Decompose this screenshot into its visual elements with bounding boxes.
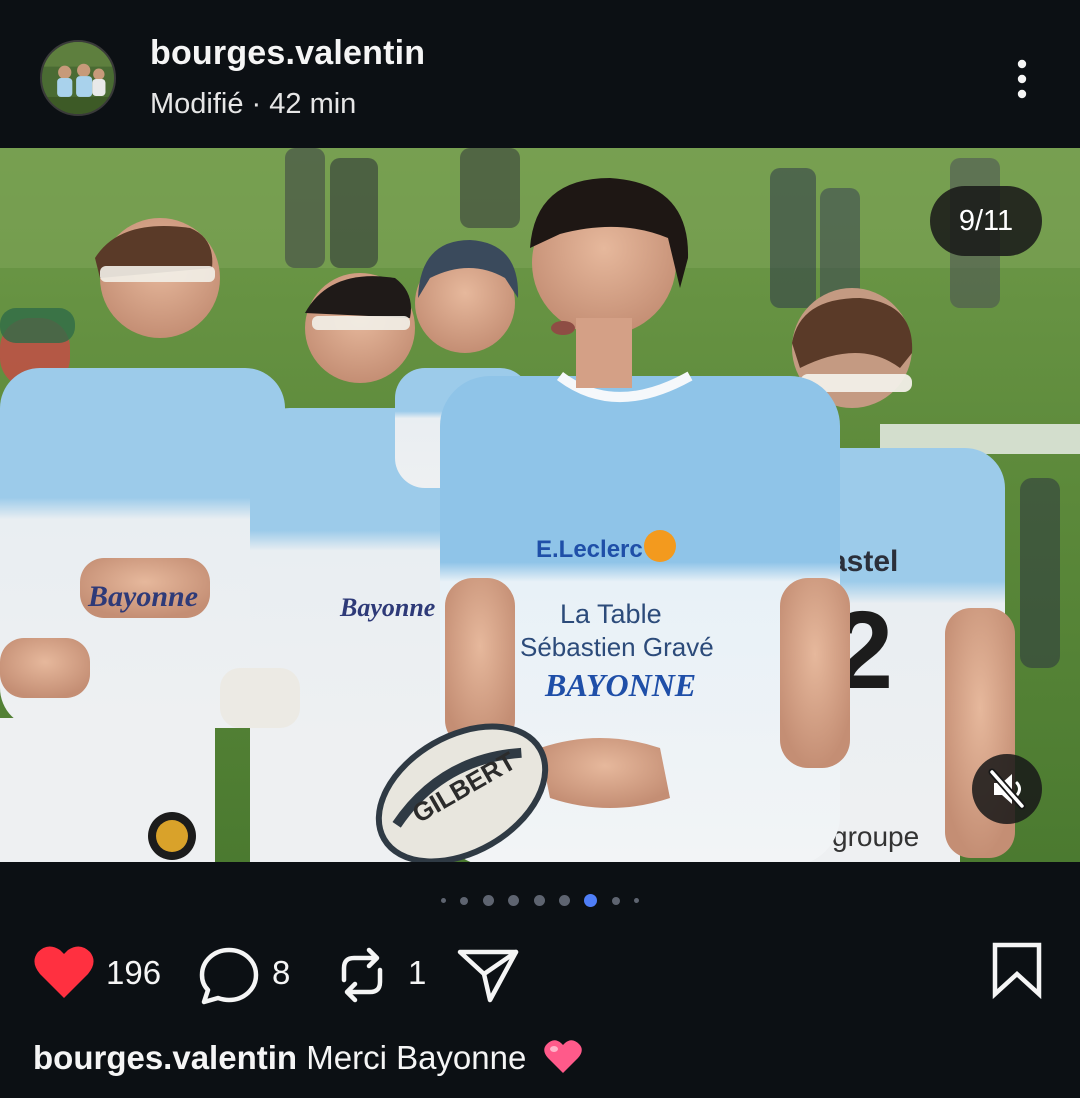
caption-username[interactable]: bourges.valentin bbox=[33, 1039, 297, 1076]
carousel-dot bbox=[460, 896, 469, 905]
jersey-line2: Sébastien Gravé bbox=[520, 632, 714, 662]
post-username[interactable]: bourges.valentin bbox=[150, 34, 425, 73]
send-paper-plane-icon bbox=[457, 949, 519, 1003]
slide-counter: 9/11 bbox=[930, 186, 1042, 256]
heart-filled-icon bbox=[34, 946, 94, 998]
comment-count[interactable]: 8 bbox=[272, 954, 290, 992]
right-jersey-text: astel bbox=[830, 545, 898, 578]
sponsor-text: E.Leclerc bbox=[536, 536, 643, 563]
carousel-dot bbox=[634, 898, 640, 904]
mid-jersey-text: Bayonne bbox=[339, 593, 435, 622]
carousel-dot bbox=[440, 898, 446, 904]
mute-button[interactable] bbox=[972, 754, 1042, 824]
carousel-dot bbox=[482, 895, 494, 907]
repost-count[interactable]: 1 bbox=[408, 954, 426, 992]
post-caption: bourges.valentin Merci Bayonne bbox=[33, 1036, 584, 1078]
comment-bubble-icon bbox=[199, 947, 259, 1005]
comment-button[interactable] bbox=[198, 940, 260, 1010]
avatar[interactable] bbox=[40, 40, 116, 116]
more-options-icon[interactable] bbox=[1002, 56, 1042, 102]
carousel-dot bbox=[611, 896, 620, 905]
post-timestamp: Modifié · 42 min bbox=[150, 88, 357, 120]
carousel-dot bbox=[508, 895, 520, 907]
shorts-text: groupe bbox=[832, 821, 919, 852]
left-jersey-text: Bayonne bbox=[87, 580, 198, 613]
speaker-muted-icon bbox=[988, 768, 1026, 810]
avatar-image bbox=[42, 42, 114, 114]
post-photo[interactable]: Bayonne Bayonne astel 2 groupe E.Leclerc… bbox=[0, 148, 1080, 862]
carousel-dot bbox=[533, 895, 545, 907]
carousel-dots bbox=[0, 892, 1080, 912]
share-button[interactable] bbox=[456, 940, 520, 1010]
bookmark-icon bbox=[992, 942, 1042, 1000]
repost-button[interactable] bbox=[336, 940, 388, 1010]
action-bar: 196 8 1 bbox=[0, 940, 1080, 1010]
jersey-line3: BAYONNE bbox=[544, 667, 696, 703]
carousel-dot bbox=[558, 895, 570, 907]
like-count[interactable]: 196 bbox=[106, 954, 161, 992]
pink-heart-emoji-icon bbox=[543, 1040, 582, 1073]
caption-text: Merci Bayonne bbox=[306, 1039, 527, 1076]
save-button[interactable] bbox=[990, 940, 1044, 1010]
carousel-dot-active bbox=[584, 894, 598, 908]
post-header: bourges.valentin Modifié · 42 min bbox=[0, 0, 1080, 148]
jersey-line1: La Table bbox=[560, 599, 662, 629]
repost-arrows-icon bbox=[341, 947, 383, 1003]
like-button[interactable] bbox=[32, 940, 96, 1010]
rugby-photo: Bayonne Bayonne astel 2 groupe E.Leclerc… bbox=[0, 148, 1080, 862]
